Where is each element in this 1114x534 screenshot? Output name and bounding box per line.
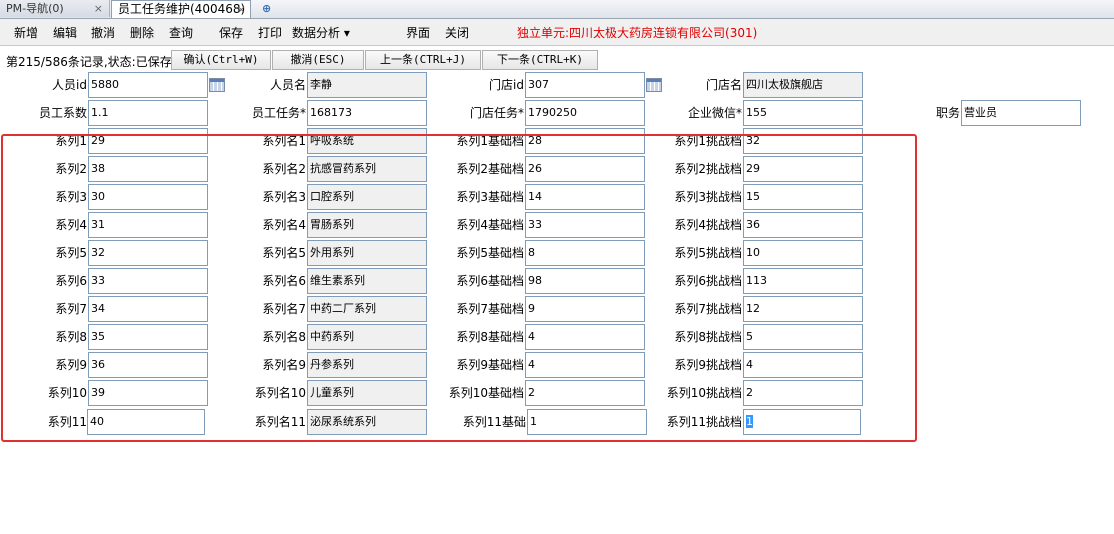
- series-challenge-input[interactable]: 113: [743, 268, 863, 294]
- cancel-button[interactable]: 撤消(ESC): [272, 50, 364, 70]
- field-label: 人员id: [52, 78, 87, 92]
- series-challenge-label: 系列6挑战档: [674, 274, 742, 288]
- series-challenge-label: 系列4挑战档: [674, 218, 742, 232]
- series-label: 系列6: [55, 274, 87, 288]
- series-label: 系列9: [55, 358, 87, 372]
- series-challenge-input[interactable]: 32: [743, 128, 863, 154]
- delete-button[interactable]: 删除: [130, 24, 154, 41]
- series-challenge-label: 系列2挑战档: [674, 162, 742, 176]
- series-label: 系列10: [47, 386, 87, 400]
- series-base-label: 系列3基础档: [456, 190, 524, 204]
- series-base-label: 系列9基础档: [456, 358, 524, 372]
- series-label: 系列2: [55, 162, 87, 176]
- series-name-label: 系列名10: [254, 386, 306, 400]
- layout-button[interactable]: 界面: [406, 24, 430, 41]
- close-icon[interactable]: ×: [94, 0, 103, 17]
- print-button[interactable]: 打印: [258, 24, 282, 41]
- series-name-label: 系列名8: [262, 330, 306, 344]
- series-name-label: 系列名6: [262, 274, 306, 288]
- series-label: 系列4: [55, 218, 87, 232]
- tab-label: 员工任务维护(400468): [118, 2, 246, 16]
- query-button[interactable]: 查询: [169, 24, 193, 41]
- series-challenge-input[interactable]: 4: [743, 352, 863, 378]
- series-challenge-label: 系列9挑战档: [674, 358, 742, 372]
- series-base-label: 系列2基础档: [456, 162, 524, 176]
- series-name-label: 系列名2: [262, 162, 306, 176]
- field-input[interactable]: 四川太极旗舰店: [743, 72, 863, 98]
- series-challenge-input[interactable]: 29: [743, 156, 863, 182]
- next-record-button[interactable]: 下一条(CTRL+K): [482, 50, 598, 70]
- series-label: 系列3: [55, 190, 87, 204]
- series-challenge-input[interactable]: 1: [743, 409, 861, 435]
- series-challenge-input[interactable]: 12: [743, 296, 863, 322]
- series-label: 系列1: [55, 134, 87, 148]
- series-name-label: 系列名1: [262, 134, 306, 148]
- tab-bar: PM-导航(0) × 员工任务维护(400468) × ⊕: [0, 0, 1114, 19]
- tab-label: PM-导航(0): [6, 2, 64, 15]
- selected-text: 1: [746, 415, 753, 428]
- field-label: 门店任务*: [469, 106, 524, 120]
- series-challenge-label: 系列1挑战档: [674, 134, 742, 148]
- toolbar: 新增 编辑 撤消 删除 查询 保存 打印 数据分析 ▾ 界面 关闭 独立单元:四…: [0, 19, 1114, 46]
- field-label: 门店id: [489, 78, 524, 92]
- series-challenge-label: 系列8挑战档: [674, 330, 742, 344]
- series-name-label: 系列名4: [262, 218, 306, 232]
- field-label: 门店名: [705, 78, 742, 92]
- record-status: 第215/586条记录,状态:已保存: [6, 55, 172, 69]
- series-name-label: 系列名11: [254, 415, 306, 429]
- series-name-label: 系列名9: [262, 358, 306, 372]
- series-challenge-label: 系列11挑战档: [666, 415, 742, 429]
- series-challenge-input[interactable]: 5: [743, 324, 863, 350]
- add-tab-icon[interactable]: ⊕: [258, 0, 278, 17]
- series-base-label: 系列6基础档: [456, 274, 524, 288]
- series-base-label: 系列11基础: [462, 415, 526, 429]
- series-challenge-input[interactable]: 36: [743, 212, 863, 238]
- new-button[interactable]: 新增: [14, 24, 38, 41]
- series-base-label: 系列4基础档: [456, 218, 524, 232]
- close-button[interactable]: 关闭: [445, 24, 469, 41]
- series-label: 系列11: [47, 415, 87, 429]
- series-base-label: 系列7基础档: [456, 302, 524, 316]
- field-label: 企业微信*: [687, 106, 742, 120]
- series-challenge-label: 系列10挑战档: [666, 386, 742, 400]
- field-label: 员工任务*: [251, 106, 306, 120]
- series-base-label: 系列5基础档: [456, 246, 524, 260]
- undo-button[interactable]: 撤消: [91, 24, 115, 41]
- series-base-label: 系列1基础档: [456, 134, 524, 148]
- series-challenge-input[interactable]: 2: [743, 380, 863, 406]
- field-input[interactable]: 营业员: [961, 100, 1081, 126]
- close-icon[interactable]: ×: [237, 1, 246, 18]
- series-challenge-label: 系列5挑战档: [674, 246, 742, 260]
- field-label: 人员名: [269, 78, 306, 92]
- tab-employee-task[interactable]: 员工任务维护(400468) ×: [111, 0, 251, 18]
- series-base-label: 系列8基础档: [456, 330, 524, 344]
- edit-button[interactable]: 编辑: [53, 24, 77, 41]
- tab-pm-nav[interactable]: PM-导航(0) ×: [0, 0, 110, 17]
- series-name-label: 系列名5: [262, 246, 306, 260]
- series-challenge-input[interactable]: 15: [743, 184, 863, 210]
- series-label: 系列8: [55, 330, 87, 344]
- company-unit-label: 独立单元:四川太极大药房连锁有限公司(301): [517, 26, 758, 40]
- series-name-label: 系列名7: [262, 302, 306, 316]
- series-label: 系列7: [55, 302, 87, 316]
- series-challenge-label: 系列7挑战档: [674, 302, 742, 316]
- prev-record-button[interactable]: 上一条(CTRL+J): [365, 50, 481, 70]
- field-label: 职务: [935, 106, 960, 120]
- data-analysis-dropdown[interactable]: 数据分析 ▾: [292, 24, 350, 41]
- series-challenge-input[interactable]: 10: [743, 240, 863, 266]
- series-challenge-label: 系列3挑战档: [674, 190, 742, 204]
- series-label: 系列5: [55, 246, 87, 260]
- save-button[interactable]: 保存: [219, 24, 243, 41]
- confirm-button[interactable]: 确认(Ctrl+W): [171, 50, 271, 70]
- field-label: 员工系数: [38, 106, 87, 120]
- series-name-label: 系列名3: [262, 190, 306, 204]
- series-base-label: 系列10基础档: [448, 386, 524, 400]
